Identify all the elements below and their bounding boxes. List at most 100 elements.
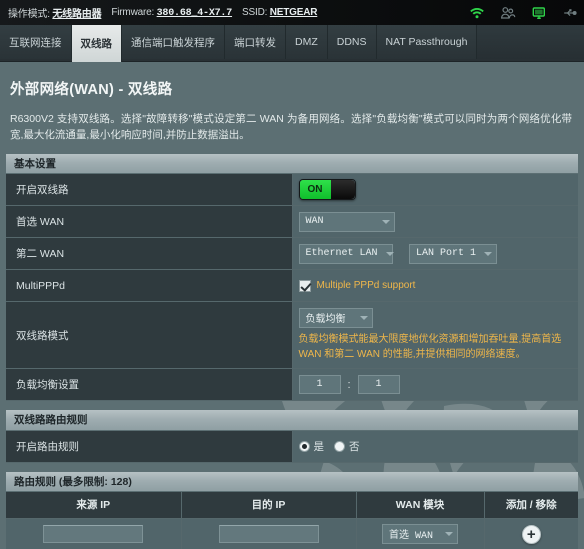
table-row: 首选 WAN + [6, 518, 578, 549]
chevron-down-icon [359, 316, 368, 321]
row-enable-dualwan: 开启双线路 ON [6, 173, 578, 207]
enable-rules-field: 是 否 [292, 430, 578, 463]
tab-label: NAT Passthrough [385, 36, 468, 48]
tab-dual-wan[interactable]: 双线路 [71, 25, 122, 62]
primary-wan-label: 首选 WAN [6, 205, 293, 239]
tab-port-forwarding[interactable]: 端口转发 [225, 25, 286, 59]
toggle-on-label: ON [299, 180, 331, 200]
primary-wan-select[interactable]: WAN [298, 211, 395, 232]
row-dualwan-mode: 双线路模式 负载均衡 负载均衡模式能最大限度地优化资源和增加吞吐量,提高首选 W… [6, 301, 578, 370]
ssid-info: SSID: NETGEAR [242, 7, 317, 18]
chevron-down-icon [381, 219, 390, 224]
dest-ip-input[interactable] [218, 524, 319, 543]
ssid-label: SSID: [242, 7, 268, 18]
routing-section: 双线路路由规则 开启路由规则 是 否 [0, 410, 584, 463]
secondary-wan-field: Ethernet LAN LAN Port 1 [292, 237, 578, 271]
loadbalance-label: 负载均衡设置 [6, 368, 293, 402]
radio-no-label: 否 [349, 440, 360, 453]
monitor-icon[interactable] [531, 5, 547, 21]
col-add-remove: 添加 / 移除 [484, 492, 578, 519]
tab-ddns[interactable]: DDNS [327, 25, 377, 59]
clients-icon[interactable] [500, 5, 516, 21]
secondary-wan-port-select[interactable]: LAN Port 1 [408, 243, 497, 264]
rules-column-header: 来源 IP 目的 IP WAN 模块 添加 / 移除 [6, 492, 578, 519]
secondary-wan-value: Ethernet LAN [305, 248, 378, 260]
col-source-ip: 来源 IP [6, 492, 182, 519]
radio-no-dot [334, 440, 345, 452]
row-primary-wan: 首选 WAN WAN [6, 205, 578, 239]
primary-wan-field: WAN [292, 205, 578, 239]
basic-settings-section: 基本设置 开启双线路 ON 首选 WAN WAN 第二 WAN Ethernet… [0, 153, 584, 402]
row-multipppd: MultiPPPd Multiple PPPd support [6, 269, 578, 303]
operation-mode-value[interactable]: 无线路由器 [52, 9, 101, 20]
radio-yes-label: 是 [313, 440, 325, 453]
row-loadbalance: 负载均衡设置 1 : 1 [6, 368, 578, 402]
cell-add-remove: + [484, 518, 578, 549]
multipppd-checkbox[interactable] [298, 279, 311, 292]
dualwan-mode-value: 负载均衡 [305, 315, 346, 327]
wan-module-value: 首选 WAN [389, 531, 434, 543]
basic-settings-title: 基本设置 [6, 153, 578, 175]
tab-nat-passthrough[interactable]: NAT Passthrough [376, 25, 478, 59]
router-admin-page: 操作模式: 无线路由器 Firmware: 380.68_4-X7.7 SSID… [0, 0, 584, 549]
tab-label: 互联网连接 [9, 36, 62, 49]
cell-source-ip [6, 518, 182, 549]
loadbalance-separator: : [347, 378, 351, 391]
chevron-down-icon [385, 251, 394, 256]
secondary-wan-select[interactable]: Ethernet LAN [298, 243, 394, 264]
enable-dualwan-field: ON [292, 173, 578, 207]
dualwan-mode-select[interactable]: 负载均衡 [298, 308, 373, 329]
cell-dest-ip [181, 518, 357, 549]
firmware-label: Firmware: [111, 6, 155, 18]
multipppd-field: Multiple PPPd support [292, 269, 578, 303]
loadbalance-field: 1 : 1 [292, 368, 578, 402]
usb-icon[interactable] [562, 5, 578, 21]
tab-label: 端口转发 [234, 36, 276, 49]
loadbalance-ratio-a[interactable]: 1 [298, 375, 341, 395]
status-bar: 操作模式: 无线路由器 Firmware: 380.68_4-X7.7 SSID… [0, 0, 584, 25]
add-rule-button[interactable]: + [521, 524, 541, 544]
tab-dmz[interactable]: DMZ [286, 25, 328, 59]
enable-rules-yes[interactable]: 是 [298, 439, 325, 454]
enable-rules-no[interactable]: 否 [334, 439, 360, 454]
secondary-wan-label: 第二 WAN [6, 237, 293, 271]
dualwan-mode-field: 负载均衡 负载均衡模式能最大限度地优化资源和增加吞吐量,提高首选 WAN 和第二… [292, 301, 578, 370]
routing-title: 双线路路由规则 [6, 410, 578, 431]
content-panel: 外部网络(WAN) - 双线路 R6300V2 支持双线路。选择"故障转移"模式… [0, 62, 584, 549]
enable-dualwan-toggle[interactable]: ON [298, 179, 356, 201]
enable-rules-label: 开启路由规则 [6, 430, 293, 463]
rules-title: 路由规则 (最多限制: 128) [6, 471, 578, 493]
row-secondary-wan: 第二 WAN Ethernet LAN LAN Port 1 [6, 237, 578, 271]
radio-yes-dot [298, 440, 310, 452]
tab-port-trigger[interactable]: 通信端口触发程序 [122, 25, 225, 59]
primary-wan-value: WAN [305, 216, 324, 228]
rules-section: 路由规则 (最多限制: 128) 来源 IP 目的 IP WAN 模块 添加 /… [0, 471, 584, 549]
wan-module-select[interactable]: 首选 WAN [382, 524, 458, 545]
firmware-value[interactable]: 380.68_4-X7.7 [157, 8, 233, 19]
firmware-info: Firmware: 380.68_4-X7.7 [111, 7, 232, 19]
rules-table: 来源 IP 目的 IP WAN 模块 添加 / 移除 首选 WAN + [6, 492, 578, 549]
operation-mode: 操作模式: 无线路由器 [8, 5, 102, 20]
ssid-value[interactable]: NETGEAR [270, 7, 318, 18]
multipppd-label: MultiPPPd [6, 269, 293, 303]
row-enable-rules: 开启路由规则 是 否 [6, 430, 578, 463]
secondary-wan-port-value: LAN Port 1 [415, 248, 476, 260]
page-title: 外部网络(WAN) - 双线路 [10, 82, 173, 98]
chevron-down-icon [483, 251, 492, 256]
multipppd-checkbox-label: Multiple PPPd support [316, 280, 416, 292]
rules-header-table: 路由规则 (最多限制: 128) [6, 471, 578, 493]
basic-settings-table: 基本设置 开启双线路 ON 首选 WAN WAN 第二 WAN Ethernet… [6, 153, 578, 402]
loadbalance-ratio-group: 1 : 1 [298, 375, 573, 395]
tab-internet-connection[interactable]: 互联网连接 [0, 25, 72, 59]
wifi-icon[interactable] [469, 5, 485, 21]
multipppd-checkbox-line: Multiple PPPd support [298, 279, 573, 292]
toggle-knob [330, 180, 355, 200]
source-ip-input[interactable] [43, 524, 144, 543]
tab-label: 通信端口触发程序 [131, 36, 215, 49]
enable-rules-radio-group: 是 否 [298, 439, 573, 454]
tab-label: DMZ [295, 36, 318, 48]
routing-table: 双线路路由规则 开启路由规则 是 否 [6, 410, 578, 463]
tab-label: DDNS [336, 36, 367, 48]
dualwan-mode-label: 双线路模式 [6, 301, 293, 370]
loadbalance-ratio-b[interactable]: 1 [357, 375, 400, 395]
